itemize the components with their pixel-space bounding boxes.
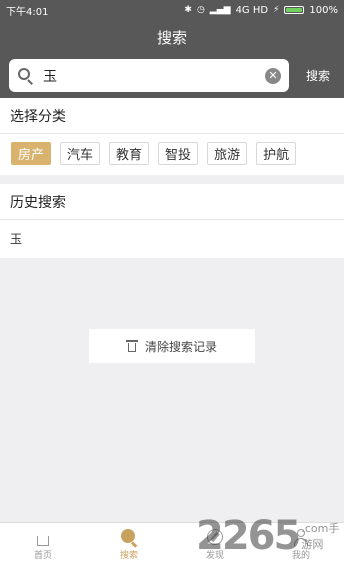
battery-level: 100% — [309, 4, 338, 16]
user-icon — [292, 528, 310, 546]
search-box[interactable]: ✕ — [9, 59, 289, 92]
history-title: 历史搜索 — [0, 184, 344, 220]
signal-icon: ▂▄▆ — [209, 5, 231, 15]
charging-icon: ⚡ — [273, 5, 280, 15]
category-chip-investment[interactable]: 智投 — [158, 142, 199, 165]
trash-icon — [125, 340, 138, 352]
clear-history-label: 清除搜索记录 — [144, 339, 217, 354]
bluetooth-icon: ✱ — [184, 5, 192, 15]
history-item[interactable]: 玉 — [0, 220, 344, 256]
search-button[interactable]: 搜索 — [294, 64, 342, 86]
tab-discover-label: 发现 — [205, 551, 224, 561]
network-type: 4G HD — [235, 4, 269, 16]
tab-search[interactable]: 搜索 — [86, 523, 172, 566]
tab-search-label: 搜索 — [119, 551, 138, 561]
tab-home-label: 首页 — [33, 551, 52, 561]
tab-discover[interactable]: 发现 — [172, 523, 258, 566]
search-input[interactable] — [43, 67, 265, 84]
category-chip-car[interactable]: 汽车 — [60, 142, 101, 165]
bottom-tab-bar: 首页 搜索 发现 我的 — [0, 522, 344, 566]
category-chip-travel[interactable]: 旅游 — [207, 142, 248, 165]
category-chip-house[interactable]: 房产 — [11, 142, 52, 165]
page-title: 搜索 — [156, 28, 187, 47]
home-icon — [34, 528, 52, 546]
clear-input-icon[interactable]: ✕ — [265, 67, 281, 84]
category-list: 房产 汽车 教育 智投 旅游 护航 — [0, 134, 344, 165]
tab-home[interactable]: 首页 — [0, 523, 86, 566]
status-bar: 下午4:01 ✱ ◷ ▂▄▆ 4G HD ⚡ 100% — [0, 0, 344, 20]
discover-icon — [206, 528, 224, 546]
alarm-icon: ◷ — [196, 5, 205, 15]
category-chip-escort[interactable]: 护航 — [256, 142, 297, 165]
history-section: 历史搜索 玉 — [0, 184, 344, 258]
status-time: 下午4:01 — [6, 6, 49, 18]
tab-mine-label: 我的 — [291, 551, 310, 561]
page-header: 搜索 — [0, 20, 344, 54]
category-title: 选择分类 — [0, 98, 344, 134]
category-chip-education[interactable]: 教育 — [109, 142, 150, 165]
search-icon — [17, 67, 35, 85]
category-section: 选择分类 房产 汽车 教育 智投 旅游 护航 — [0, 98, 344, 175]
search-icon — [120, 528, 138, 548]
tab-mine[interactable]: 我的 — [258, 523, 344, 566]
battery-icon — [284, 6, 305, 14]
clear-history-button[interactable]: 清除搜索记录 — [89, 329, 255, 363]
search-bar: ✕ 搜索 — [0, 54, 344, 98]
status-icons: ✱ ◷ ▂▄▆ 4G HD ⚡ 100% — [184, 5, 338, 16]
